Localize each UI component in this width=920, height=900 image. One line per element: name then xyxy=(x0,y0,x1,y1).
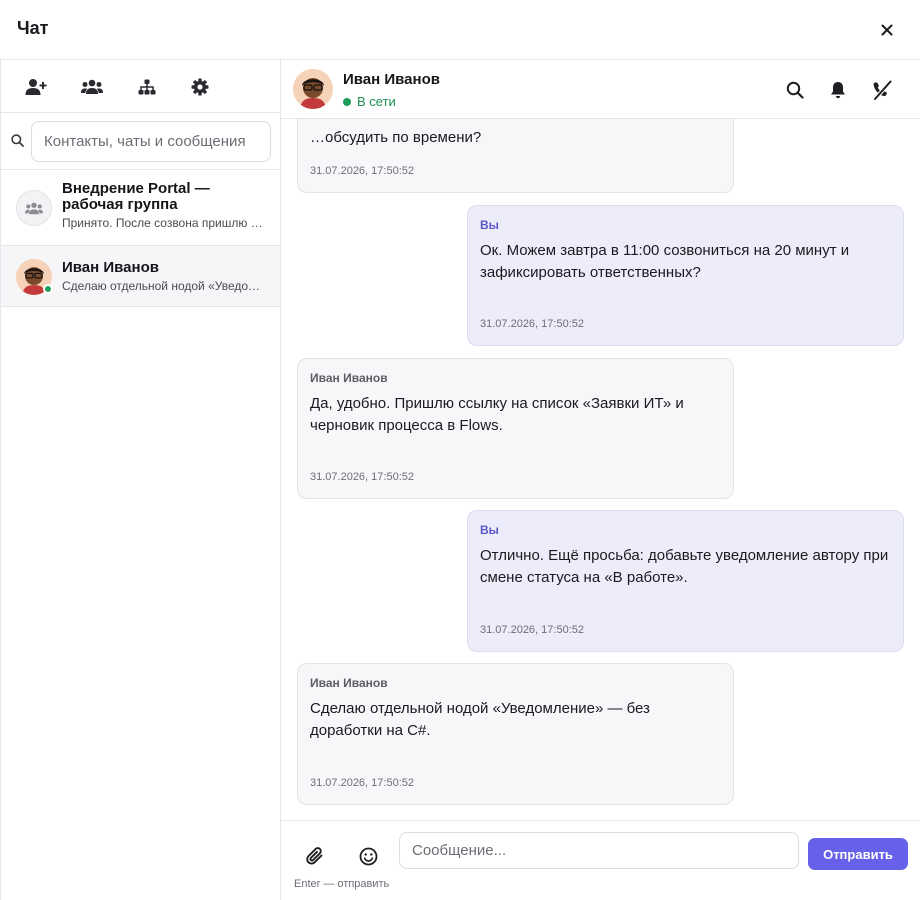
status-text: В сети xyxy=(357,94,396,109)
conversation-item-group[interactable]: Внедрение Portal — рабочая группа Принят… xyxy=(1,170,280,246)
contact-status: В сети xyxy=(343,94,396,109)
search-icon xyxy=(11,134,24,152)
message-time: 31.07.2026, 17:50:52 xyxy=(480,318,584,330)
group-icon xyxy=(25,202,43,214)
message-time: 31.07.2026, 17:50:52 xyxy=(480,624,584,636)
message-composer: Отправить Enter — отправить xyxy=(281,820,920,900)
contact-avatar[interactable] xyxy=(293,69,333,109)
gear-icon[interactable] xyxy=(187,74,213,100)
group-icon[interactable] xyxy=(79,74,105,100)
message-text: Ок. Можем завтра в 11:00 созвониться на … xyxy=(480,242,850,281)
message-time: 31.07.2026, 17:50:52 xyxy=(310,165,414,177)
close-icon[interactable] xyxy=(876,19,898,41)
conversation-preview: Принято. После созвона пришлю … xyxy=(62,216,263,230)
message-author: Иван Иванов xyxy=(310,371,388,385)
phone-off-icon[interactable] xyxy=(870,78,894,102)
message-author: Вы xyxy=(480,523,499,537)
message-time: 31.07.2026, 17:50:52 xyxy=(310,471,414,483)
contact-name: Иван Иванов xyxy=(343,71,440,88)
message-outgoing: Вы Ок. Можем завтра в 11:00 созвониться … xyxy=(467,205,904,346)
search-icon[interactable] xyxy=(783,78,807,102)
sidebar-search xyxy=(1,113,280,170)
org-structure-icon[interactable] xyxy=(134,74,160,100)
window-titlebar: Чат xyxy=(0,0,920,60)
message-list[interactable]: …обсудить по времени? 31.07.2026, 17:50:… xyxy=(281,119,920,820)
message-incoming: …обсудить по времени? 31.07.2026, 17:50:… xyxy=(297,119,734,193)
message-time: 31.07.2026, 17:50:52 xyxy=(310,777,414,789)
sidebar-toolbar xyxy=(1,60,280,113)
message-outgoing: Вы Отлично. Ещё просьба: добавьте уведом… xyxy=(467,510,904,652)
conversation-name: Иван Иванов xyxy=(62,259,159,276)
search-input[interactable] xyxy=(31,121,271,162)
message-incoming: Иван Иванов Сделаю отдельной нодой «Увед… xyxy=(297,663,734,805)
sidebar: Внедрение Portal — рабочая группа Принят… xyxy=(0,60,281,900)
send-hint: Enter — отправить xyxy=(294,878,390,890)
add-user-icon[interactable] xyxy=(23,74,49,100)
chat-header: Иван Иванов В сети xyxy=(281,60,920,119)
chat-panel: Иван Иванов В сети …обсудить по времени?… xyxy=(281,60,920,900)
send-button[interactable]: Отправить xyxy=(808,838,908,870)
conversation-name: Внедрение Portal — рабочая группа xyxy=(62,180,210,213)
message-author: Вы xyxy=(480,218,499,232)
conversation-item-ivan[interactable]: Иван Иванов Сделаю отдельной нодой «Увед… xyxy=(1,246,280,307)
emoji-icon[interactable] xyxy=(356,844,380,868)
message-text: Да, удобно. Пришлю ссылку на список «Зая… xyxy=(310,395,684,434)
bell-icon[interactable] xyxy=(826,78,850,102)
online-indicator xyxy=(343,97,351,106)
message-author: Иван Иванов xyxy=(310,676,388,690)
message-text: Сделаю отдельной нодой «Уведомление» — б… xyxy=(310,700,650,739)
message-incoming: Иван Иванов Да, удобно. Пришлю ссылку на… xyxy=(297,358,734,499)
online-indicator xyxy=(43,284,53,294)
group-avatar xyxy=(16,190,52,226)
message-text: Отлично. Ещё просьба: добавьте уведомлен… xyxy=(480,547,889,586)
message-text: …обсудить по времени? xyxy=(310,129,482,146)
paperclip-icon[interactable] xyxy=(303,844,327,868)
window-title: Чат xyxy=(17,18,49,38)
conversation-preview: Сделаю отдельной нодой «Уведомление» — б… xyxy=(62,279,268,293)
message-input[interactable] xyxy=(399,832,799,869)
